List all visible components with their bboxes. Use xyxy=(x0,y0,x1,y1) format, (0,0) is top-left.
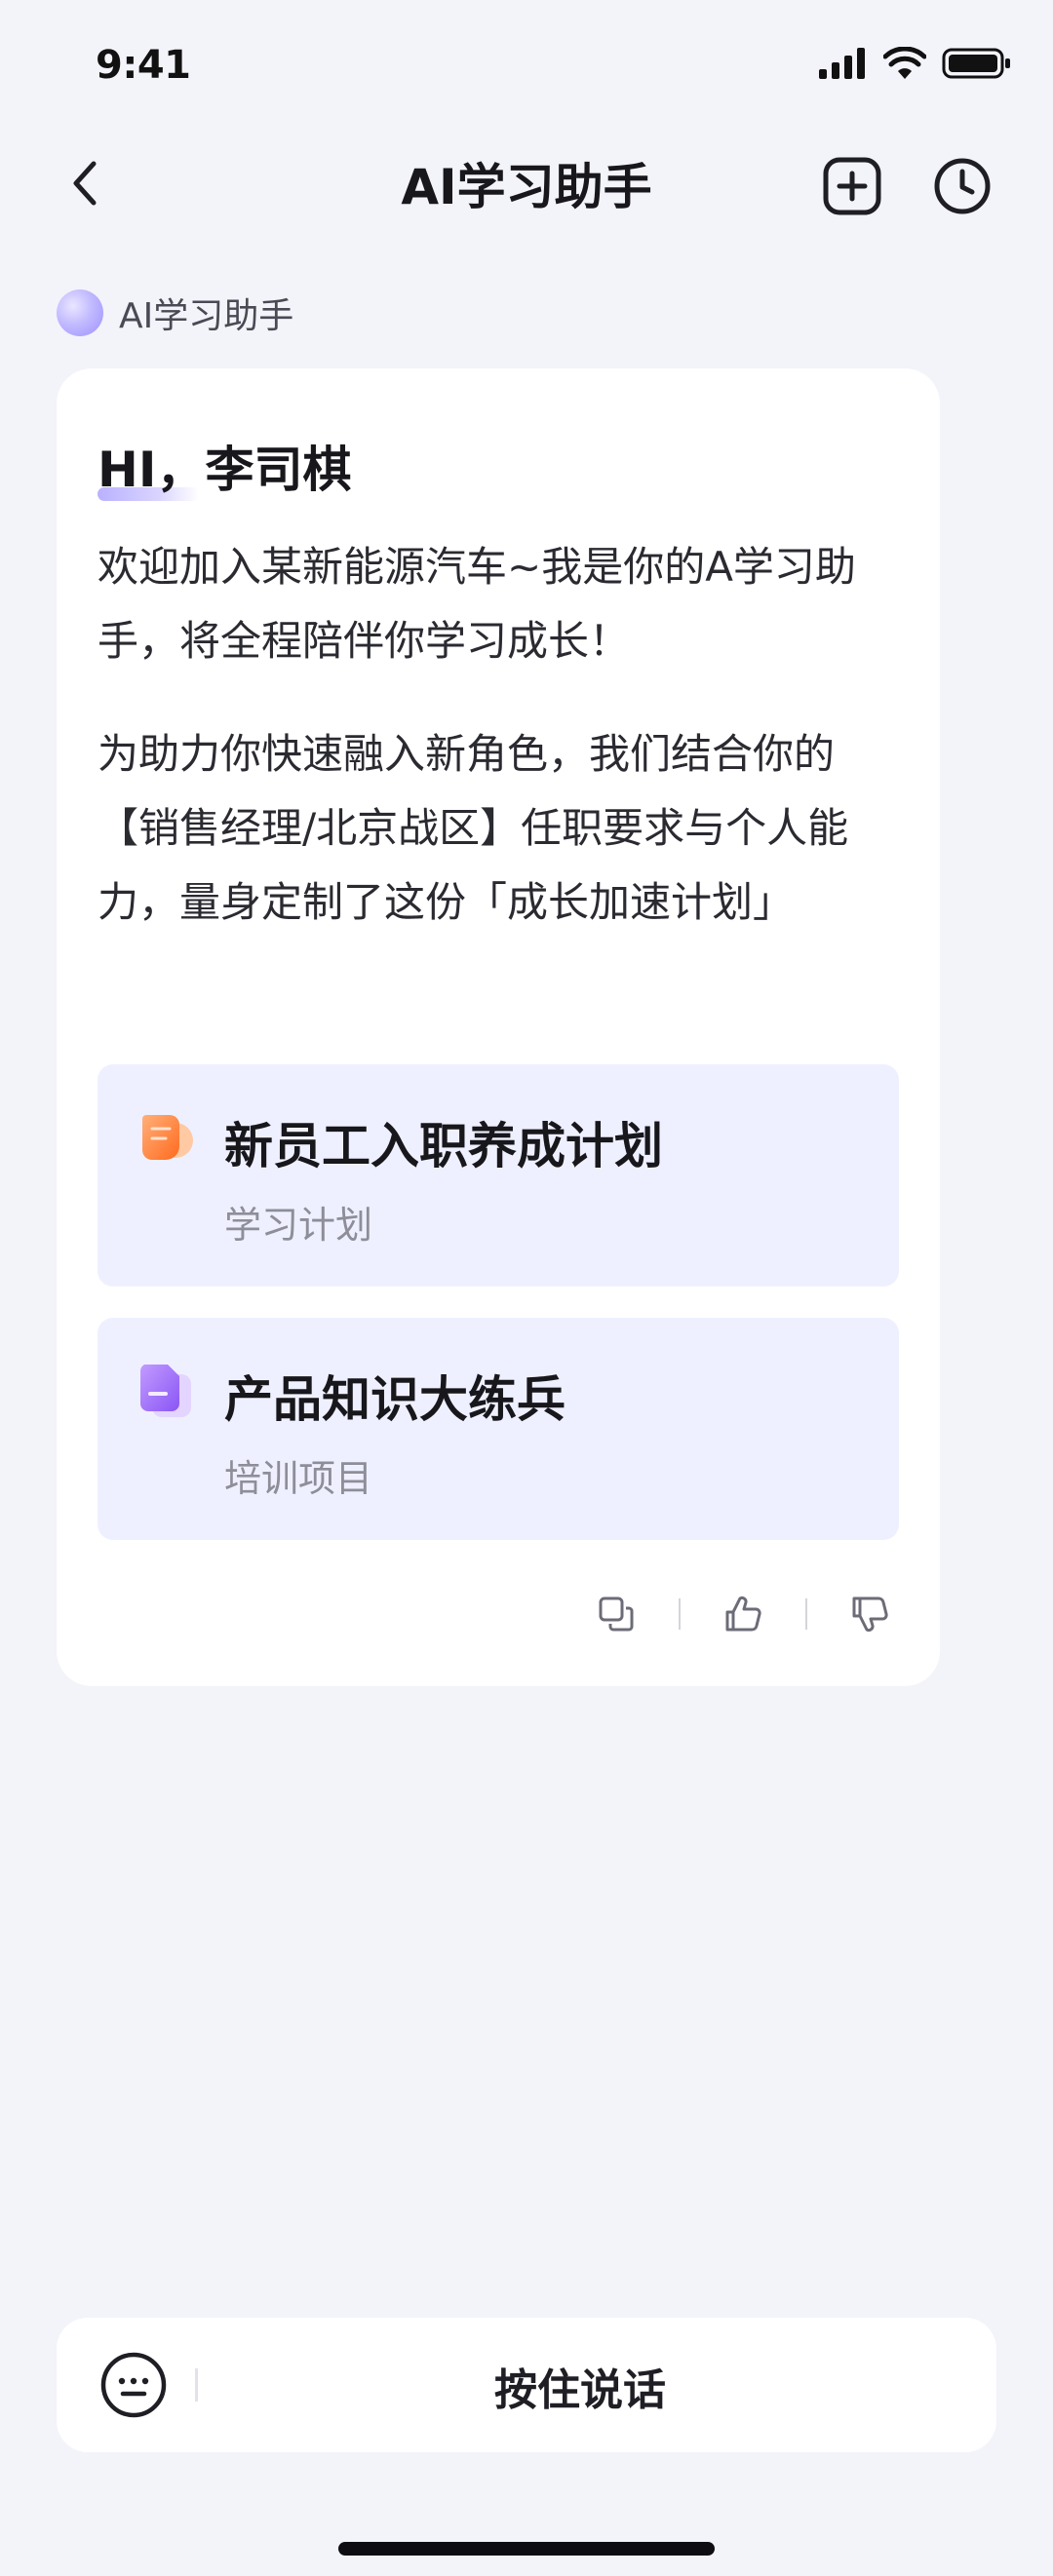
assistant-avatar xyxy=(57,289,103,336)
new-chat-button[interactable] xyxy=(821,155,883,217)
status-time: 9:41 xyxy=(96,43,191,88)
message-actions xyxy=(593,1591,893,1637)
training-project-card[interactable]: 产品知识大练兵 培训项目 xyxy=(98,1318,899,1540)
message-paragraph: 欢迎加入某新能源汽车~我是你的A学习助手，将全程陪伴你学习成长！ xyxy=(98,543,856,665)
learning-plan-card[interactable]: 新员工入职养成计划 学习计划 xyxy=(98,1064,899,1287)
assistant-header: AI学习助手 xyxy=(57,288,293,338)
page-title: AI学习助手 xyxy=(401,159,652,215)
clock-icon xyxy=(934,158,991,214)
assistant-name: AI学习助手 xyxy=(119,296,294,336)
message-card: HI，李司棋 欢迎加入某新能源汽车~我是你的A学习助手，将全程陪伴你学习成长！ … xyxy=(57,368,940,1686)
battery-icon xyxy=(942,48,1010,79)
message-paragraph: 为助力你快速融入新角色，我们结合你的【销售经理/北京战区】任职要求与个人能力，量… xyxy=(98,730,849,926)
dislike-button[interactable] xyxy=(846,1591,893,1637)
voice-input-bar[interactable]: 按住说话 xyxy=(57,2318,996,2452)
like-button[interactable] xyxy=(720,1591,766,1637)
divider xyxy=(805,1598,807,1630)
thumbs-up-icon xyxy=(725,1596,761,1632)
copy-button[interactable] xyxy=(593,1591,640,1637)
learning-plan-icon xyxy=(142,1115,193,1160)
wifi-icon xyxy=(883,47,926,79)
hold-to-talk-label: 按住说话 xyxy=(494,2365,666,2415)
training-document-icon xyxy=(139,1365,191,1417)
item-subtitle: 学习计划 xyxy=(224,1204,373,1247)
item-title: 产品知识大练兵 xyxy=(224,1371,566,1428)
thumbs-down-icon xyxy=(852,1596,888,1633)
greeting-text: HI，李司棋 xyxy=(98,442,352,498)
item-subtitle: 培训项目 xyxy=(224,1457,373,1500)
history-button[interactable] xyxy=(931,155,994,217)
home-indicator xyxy=(338,2542,715,2556)
copy-icon xyxy=(599,1596,634,1632)
item-title: 新员工入职养成计划 xyxy=(224,1118,663,1174)
greeting: HI，李司棋 xyxy=(98,431,351,501)
status-icons xyxy=(819,47,1012,80)
cellular-signal-icon xyxy=(819,48,865,79)
plus-square-icon xyxy=(823,157,881,215)
divider xyxy=(679,1598,681,1630)
